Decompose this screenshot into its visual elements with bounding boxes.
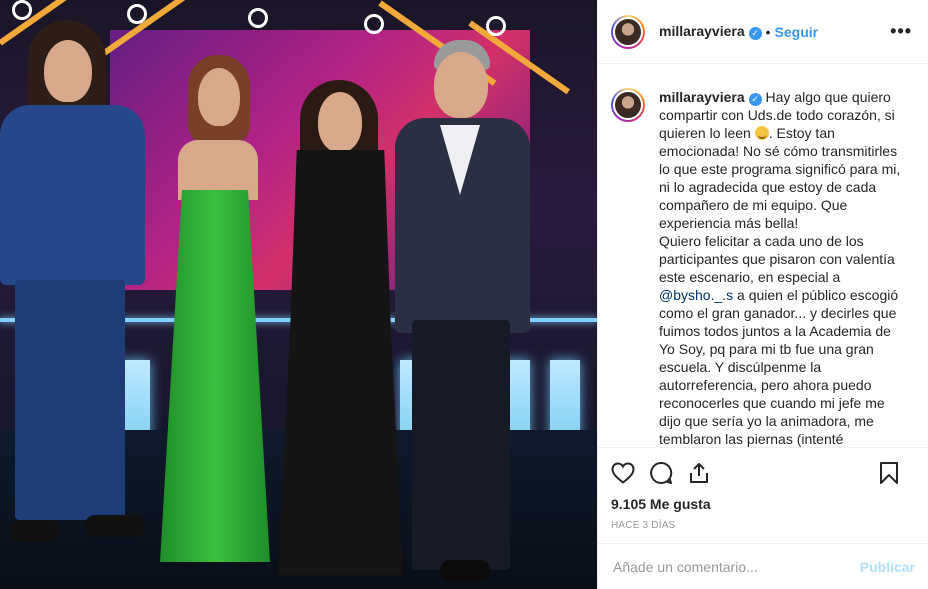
caption-text: millarayviera ✓ Hay algo que quiero compa… (659, 88, 909, 447)
stage-light (127, 4, 147, 24)
action-buttons (611, 458, 913, 488)
caption-part-3: Quiero felicitar a cada uno de los parti… (659, 233, 895, 285)
heart-icon[interactable] (611, 462, 635, 484)
stage-light (364, 14, 384, 34)
post-sidebar: millarayviera ✓ • Seguir ••• millarayvier… (597, 0, 928, 589)
verified-badge-icon: ✓ (748, 27, 762, 40)
bookmark-icon[interactable] (879, 461, 899, 485)
post-actions: 9.105 Me gusta HACE 3 DÍAS (598, 447, 928, 531)
post-photo[interactable] (0, 0, 597, 589)
caption-part-4: a quien el público escogió como el gran … (659, 287, 899, 447)
more-options-button[interactable]: ••• (890, 21, 912, 42)
stage-light (248, 8, 268, 28)
avatar[interactable] (611, 14, 645, 49)
stage-light (486, 16, 506, 36)
separator-dot: • (765, 23, 771, 40)
comment-input[interactable] (613, 558, 860, 575)
follow-button[interactable]: Seguir (775, 24, 819, 40)
verified-badge-icon: ✓ (748, 93, 762, 106)
share-icon[interactable] (687, 461, 711, 485)
caption-avatar[interactable] (611, 88, 645, 122)
caption-username[interactable]: millarayviera (659, 89, 745, 105)
publish-button[interactable]: Publicar (860, 559, 915, 575)
add-comment-bar: Publicar (598, 543, 928, 589)
username-link[interactable]: millarayviera ✓ (659, 23, 762, 40)
likes-count[interactable]: 9.105 Me gusta (611, 496, 913, 512)
stage-light (12, 0, 32, 20)
username-text[interactable]: millarayviera (659, 23, 745, 39)
mention-link[interactable]: @bysho._.s (659, 287, 733, 303)
smile-emoji-icon (754, 126, 769, 140)
post-caption: millarayviera ✓ Hay algo que quiero compa… (611, 88, 913, 447)
comments-section[interactable]: millarayviera ✓ Hay algo que quiero compa… (598, 64, 928, 447)
comment-icon[interactable] (649, 461, 673, 485)
post-timestamp[interactable]: HACE 3 DÍAS (611, 520, 913, 531)
post-header: millarayviera ✓ • Seguir ••• (598, 0, 928, 64)
